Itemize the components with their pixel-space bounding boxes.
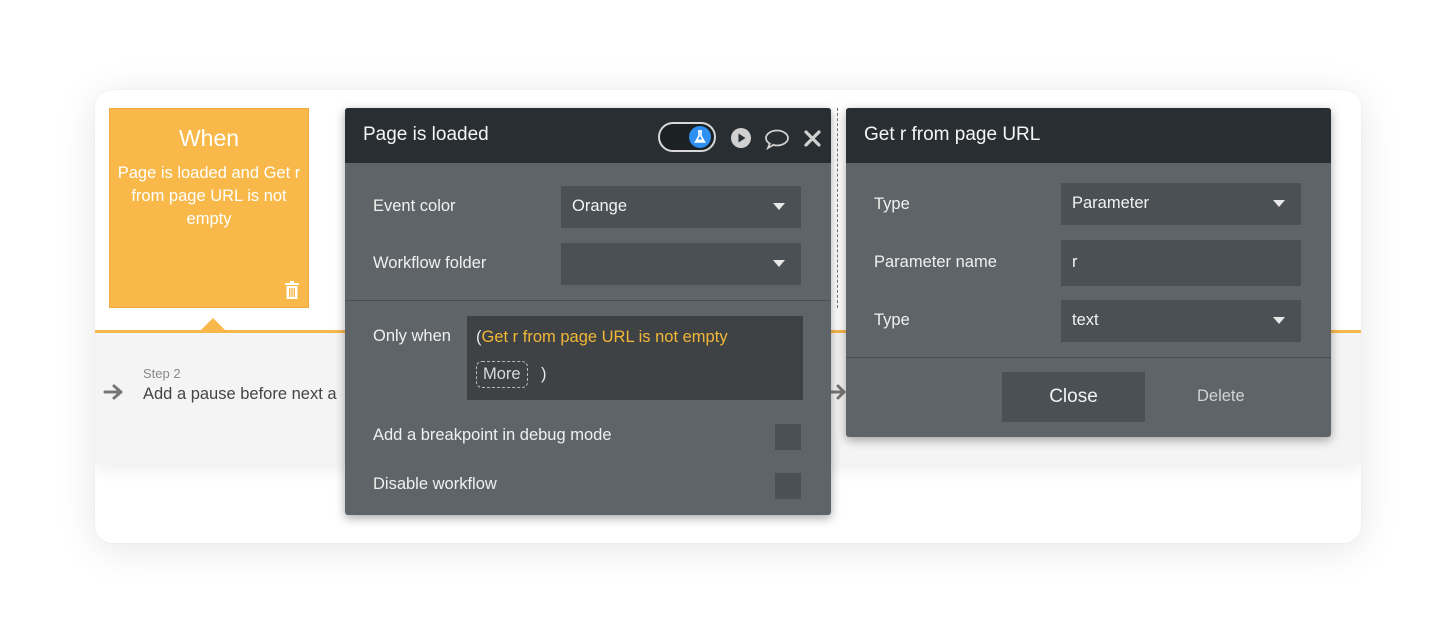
event-color-label: Event color: [373, 197, 456, 215]
data-type-value: text: [1072, 311, 1099, 329]
event-properties-panel: Page is loaded Event color Orange Workfl…: [345, 108, 831, 515]
selected-event-caret: [201, 318, 225, 330]
panel-title: Get r from page URL: [864, 124, 1041, 145]
flask-icon: [694, 130, 706, 143]
data-type-dropdown[interactable]: text: [1061, 300, 1301, 342]
condition-expression[interactable]: (Get r from page URL is not empty: [476, 328, 728, 347]
event-card-description: Page is loaded and Get r from page URL i…: [117, 164, 301, 228]
type-label-2: Type: [874, 311, 910, 329]
step-number: Step 2: [143, 366, 181, 381]
panel-divider: [846, 357, 1331, 358]
play-icon[interactable]: [730, 127, 752, 149]
dropdown-caret-icon: [1273, 200, 1285, 207]
event-card[interactable]: When Page is loaded and Get r from page …: [109, 108, 309, 308]
arrow-right-icon: [828, 384, 846, 400]
panel-header: Get r from page URL: [846, 108, 1331, 163]
dropdown-caret-icon: [1273, 317, 1285, 324]
toggle-knob: [689, 126, 711, 148]
arrow-right-icon: [103, 384, 123, 400]
event-color-value: Orange: [572, 197, 628, 215]
close-icon[interactable]: [804, 130, 821, 147]
event-color-dropdown[interactable]: Orange: [561, 186, 801, 228]
trash-icon[interactable]: [284, 281, 300, 299]
panel-header: Page is loaded: [345, 108, 831, 163]
only-when-condition[interactable]: (Get r from page URL is not empty More ): [467, 316, 803, 400]
disable-workflow-checkbox[interactable]: [775, 473, 801, 499]
breakpoint-checkbox[interactable]: [775, 424, 801, 450]
panel-divider: [345, 300, 831, 301]
type-dropdown[interactable]: Parameter: [1061, 183, 1301, 225]
event-card-title: When: [178, 125, 240, 151]
panel-title: Page is loaded: [363, 124, 489, 145]
more-button[interactable]: More: [476, 361, 528, 388]
breakpoint-label: Add a breakpoint in debug mode: [373, 426, 612, 444]
delete-button[interactable]: Delete: [1197, 387, 1245, 406]
event-divider: [837, 108, 838, 308]
type-value: Parameter: [1072, 194, 1150, 212]
comment-icon[interactable]: [764, 128, 790, 150]
disable-workflow-label: Disable workflow: [373, 475, 497, 493]
parameter-name-input[interactable]: r: [1061, 240, 1301, 286]
condition-text[interactable]: Get r from page URL is not empty: [482, 328, 728, 346]
url-parameter-panel: Get r from page URL Type Parameter Param…: [846, 108, 1331, 437]
parameter-name-label: Parameter name: [874, 253, 997, 271]
only-when-label: Only when: [373, 327, 451, 345]
dropdown-caret-icon: [773, 260, 785, 267]
parameter-name-value: r: [1072, 253, 1078, 271]
workflow-folder-label: Workflow folder: [373, 254, 487, 272]
close-button[interactable]: Close: [1002, 372, 1145, 422]
dropdown-caret-icon: [773, 203, 785, 210]
type-label: Type: [874, 195, 910, 213]
debug-toggle[interactable]: [658, 122, 716, 152]
condition-close-paren: ): [541, 365, 547, 383]
step-title: Add a pause before next a: [143, 385, 337, 403]
workflow-folder-dropdown[interactable]: [561, 243, 801, 285]
